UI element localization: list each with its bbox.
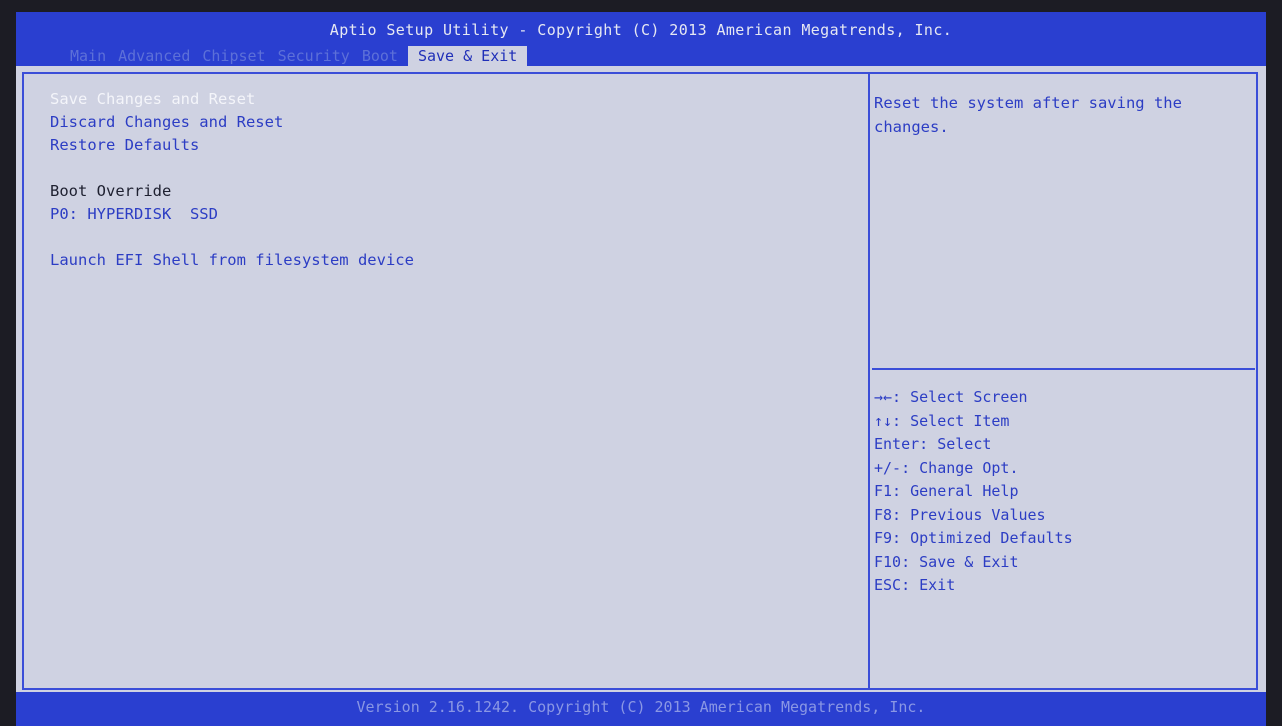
help-description: Reset the system after saving the change… <box>874 94 1182 136</box>
boot-override-heading: Boot Override <box>50 182 172 200</box>
menu-item-launch-efi-shell[interactable]: Launch EFI Shell from filesystem device <box>50 251 414 269</box>
key-change-opt: +/-: Change Opt. <box>874 458 1019 477</box>
main-panel: Save Changes and Reset Discard Changes a… <box>16 66 1266 692</box>
tab-boot[interactable]: Boot <box>356 46 404 66</box>
key-legend: →←: Select Screen ↑↓: Select Item Enter:… <box>874 386 1073 598</box>
key-esc-exit: ESC: Exit <box>874 576 956 594</box>
menu-item-restore-defaults[interactable]: Restore Defaults <box>50 136 199 154</box>
key-select-item: ↑↓: Select Item <box>874 411 1010 430</box>
menu-item-discard-changes-reset[interactable]: Discard Changes and Reset <box>50 113 283 131</box>
menu-item-boot-device[interactable]: P0: HYPERDISK SSD <box>50 205 218 223</box>
key-save-exit: F10: Save & Exit <box>874 552 1019 571</box>
app-title: Aptio Setup Utility - Copyright (C) 2013… <box>329 21 953 39</box>
tab-chipset[interactable]: Chipset <box>196 46 271 66</box>
tab-security[interactable]: Security <box>272 46 356 66</box>
tab-bar: Main Advanced Chipset Security Boot Save… <box>64 46 528 66</box>
key-general-help: F1: General Help <box>874 482 1019 500</box>
vertical-divider <box>868 74 870 690</box>
key-previous-values: F8: Previous Values <box>874 505 1046 524</box>
key-optimized-defaults: F9: Optimized Defaults <box>874 529 1073 547</box>
bios-screen: Aptio Setup Utility - Copyright (C) 2013… <box>0 0 1282 726</box>
tab-save-exit[interactable]: Save & Exit <box>407 46 528 66</box>
version-text: Version 2.16.1242. Copyright (C) 2013 Am… <box>356 698 926 716</box>
help-divider <box>872 368 1255 370</box>
tab-main[interactable]: Main <box>64 46 112 66</box>
header-bar: Aptio Setup Utility - Copyright (C) 2013… <box>16 12 1266 66</box>
key-select-screen: →←: Select Screen <box>874 388 1028 406</box>
key-enter-select: Enter: Select <box>874 435 992 453</box>
tab-advanced[interactable]: Advanced <box>112 46 196 66</box>
footer-bar: Version 2.16.1242. Copyright (C) 2013 Am… <box>16 692 1266 726</box>
menu-item-save-changes-reset[interactable]: Save Changes and Reset <box>50 90 255 108</box>
